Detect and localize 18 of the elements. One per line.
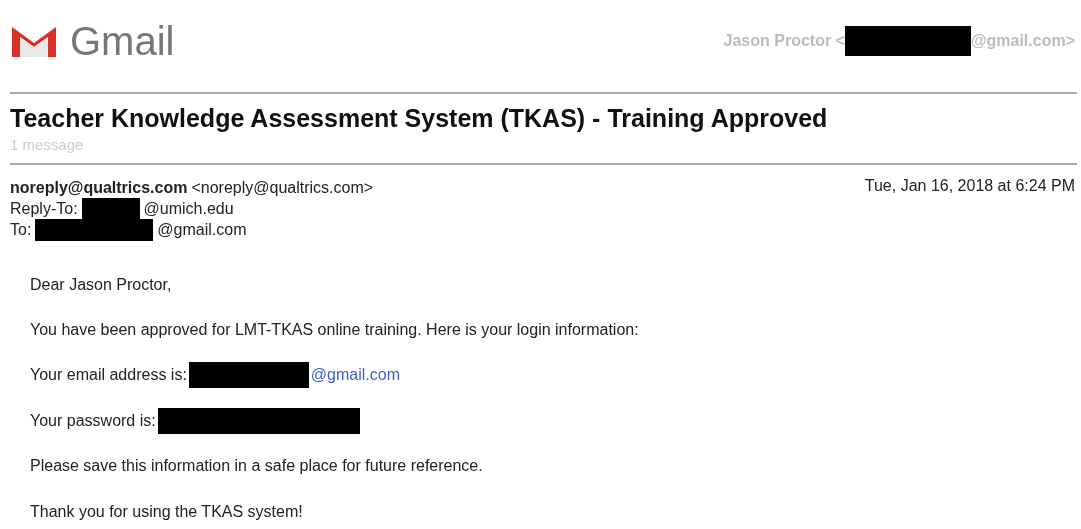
logo-text: Gmail: [70, 18, 175, 64]
body-text: Dear Jason Proctor,: [30, 275, 172, 294]
account-name: Jason Proctor <: [723, 32, 845, 50]
account-email: @gmail.com>: [970, 32, 1075, 50]
to-label: To:: [10, 220, 32, 239]
to-address: @gmail.com: [157, 220, 247, 239]
body-text: Thank you for using the TKAS system!: [30, 502, 303, 521]
body-text: Your password is:: [30, 411, 156, 430]
sender-address: <noreply@qualtrics.com>: [191, 178, 374, 197]
message-date: Tue, Jan 16, 2018 at 6:24 PM: [864, 177, 1075, 196]
reply-to-label: Reply-To:: [10, 199, 78, 218]
email-subject: Teacher Knowledge Assessment System (TKAS) - Training Approved: [10, 104, 829, 133]
sender-name: noreply@qualtrics.com: [10, 178, 188, 197]
body-text: You have been approved for LMT-TKAS online training. Here is your login information:: [30, 321, 639, 340]
body-text: Your email address is:: [30, 366, 187, 385]
email-link[interactable]: @gmail.com: [310, 366, 400, 385]
reply-to-address: @umich.edu: [143, 199, 234, 218]
body-text: Please save this information in a safe place for future reference.: [30, 457, 483, 476]
